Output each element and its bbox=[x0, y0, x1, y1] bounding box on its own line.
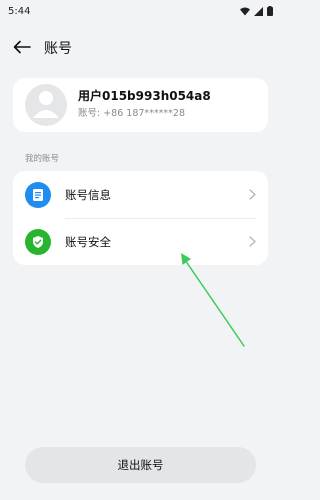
username: 用户015b993h054a8 bbox=[78, 89, 211, 103]
battery-icon bbox=[267, 6, 273, 16]
avatar[interactable] bbox=[25, 84, 67, 126]
shield-check-icon bbox=[25, 228, 51, 255]
back-button[interactable] bbox=[12, 38, 32, 58]
status-time: 5:44 bbox=[8, 5, 31, 17]
account-number: 账号: +86 187******28 bbox=[78, 108, 186, 119]
menu-item-account-info[interactable]: 账号信息 bbox=[13, 171, 268, 218]
page-title: 账号 bbox=[44, 41, 72, 57]
arrow-left-icon bbox=[13, 39, 31, 58]
status-bar: 5:44 bbox=[0, 0, 281, 22]
profile-card[interactable]: 用户015b993h054a8 账号: +86 187******28 bbox=[13, 78, 268, 132]
document-icon bbox=[25, 181, 51, 208]
status-icons bbox=[240, 6, 273, 16]
chevron-right-icon bbox=[249, 236, 256, 247]
person-icon bbox=[25, 84, 67, 126]
header: 账号 bbox=[0, 33, 281, 63]
chevron-right-icon bbox=[249, 189, 256, 200]
profile-text: 用户015b993h054a8 账号: +86 187******28 bbox=[78, 88, 211, 122]
wifi-icon bbox=[240, 7, 250, 16]
menu-item-account-security[interactable]: 账号安全 bbox=[13, 218, 268, 265]
menu-item-label: 账号安全 bbox=[65, 234, 111, 249]
account-menu-card: 账号信息 账号安全 bbox=[13, 171, 268, 265]
signal-icon bbox=[254, 6, 263, 16]
menu-item-label: 账号信息 bbox=[65, 187, 111, 202]
section-label: 我的账号 bbox=[25, 154, 60, 164]
logout-button[interactable]: 退出账号 bbox=[25, 447, 256, 483]
